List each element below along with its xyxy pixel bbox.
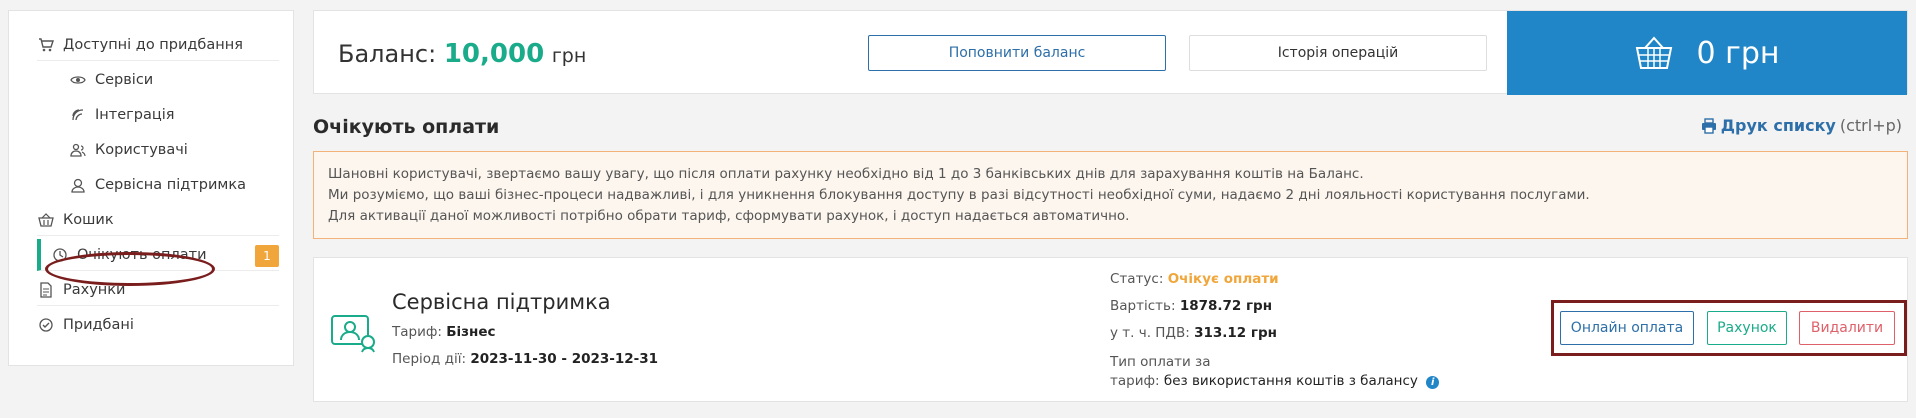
balance-display: Баланс: 10,000 грн <box>338 39 586 69</box>
cart-icon <box>37 36 55 54</box>
basket-icon <box>37 211 55 229</box>
item-cost: Вартість: 1878.72 грн <box>1110 298 1272 314</box>
item-paytype: тариф: без використання коштів з балансу… <box>1110 373 1440 389</box>
sidebar-item-label: Сервіси <box>95 72 154 88</box>
online-payment-button[interactable]: Онлайн оплата <box>1560 311 1694 345</box>
paytype-label: тариф: <box>1110 373 1160 389</box>
basket-icon <box>1634 33 1674 73</box>
topup-balance-button[interactable]: Поповнити баланс <box>868 35 1166 71</box>
status-badge: Очікує оплати <box>1167 271 1279 287</box>
balance-currency: грн <box>551 45 587 67</box>
users-icon <box>69 141 87 159</box>
sidebar-item-label: Придбані <box>63 317 134 333</box>
item-paytype-label: Тип оплати за <box>1110 354 1211 370</box>
action-buttons-highlight: Онлайн оплата Рахунок Видалити <box>1551 300 1907 356</box>
sidebar-item-label: Рахунки <box>63 281 126 298</box>
sidebar-item-invoices[interactable]: Рахунки <box>37 274 279 306</box>
cost-label: Вартість: <box>1110 298 1176 314</box>
integration-icon <box>69 106 87 124</box>
notice-line: Ми розуміємо, що ваші бізнес-процеси над… <box>328 187 1590 203</box>
pending-count-badge: 1 <box>255 245 279 267</box>
cart-total-amount: 0 грн <box>1696 35 1780 71</box>
page-title: Очікують оплати <box>313 116 500 138</box>
print-shortcut-hint: (ctrl+p) <box>1839 116 1902 135</box>
tariff-label: Тариф: <box>392 324 442 340</box>
vat-label: у т. ч. ПДВ: <box>1110 325 1190 341</box>
sidebar-item-support[interactable]: Сервісна підтримка <box>69 169 279 201</box>
printer-icon <box>1701 117 1717 134</box>
support-icon <box>69 176 87 194</box>
eye-icon <box>69 71 87 89</box>
sidebar-item-label: Інтеграція <box>95 107 175 123</box>
sidebar-item-users[interactable]: Користувачі <box>69 134 279 166</box>
tariff-value: Бізнес <box>446 324 496 340</box>
item-status: Статус: Очікує оплати <box>1110 271 1279 287</box>
paytype-value: без використання коштів з балансу <box>1163 373 1418 389</box>
status-label: Статус: <box>1110 271 1164 287</box>
print-list-link[interactable]: Друк списку (ctrl+p) <box>1701 116 1902 135</box>
invoice-button[interactable]: Рахунок <box>1707 311 1787 345</box>
clock-icon <box>51 246 69 264</box>
sidebar-item-purchased[interactable]: Придбані <box>37 309 279 341</box>
item-title: Сервісна підтримка <box>392 290 611 314</box>
sidebar-item-label: Сервісна підтримка <box>95 177 246 193</box>
sidebar-item-pending[interactable]: Очікують оплати 1 <box>37 239 279 271</box>
support-service-icon <box>330 310 378 354</box>
notice-line: Для активації даної можливості потрібно … <box>328 208 1130 224</box>
print-list-label: Друк списку <box>1720 116 1836 135</box>
delete-button[interactable]: Видалити <box>1799 311 1895 345</box>
sidebar-item-available[interactable]: Доступні до придбання <box>37 29 279 61</box>
payment-notice: Шановні користувачі, звертаємо вашу уваг… <box>313 151 1908 239</box>
sidebar: Доступні до придбання Сервіси Інтеграція… <box>8 10 294 366</box>
sidebar-item-cart[interactable]: Кошик <box>37 204 279 236</box>
check-circle-icon <box>37 316 55 334</box>
sidebar-item-services[interactable]: Сервіси <box>69 64 279 96</box>
period-label: Період дії: <box>392 351 467 367</box>
cart-total-panel[interactable]: 0 грн <box>1507 11 1907 95</box>
item-period: Період дії: 2023-11-30 - 2023-12-31 <box>392 351 658 367</box>
cost-value: 1878.72 грн <box>1179 298 1273 314</box>
info-icon[interactable]: i <box>1426 376 1440 389</box>
sidebar-item-label: Очікують оплати <box>77 246 207 263</box>
sidebar-item-label: Користувачі <box>95 142 188 158</box>
item-vat: у т. ч. ПДВ: 313.12 грн <box>1110 325 1277 341</box>
operations-history-button[interactable]: Історія операцій <box>1189 35 1487 71</box>
balance-amount: 10,000 <box>443 39 545 69</box>
notice-line: Шановні користувачі, звертаємо вашу уваг… <box>328 166 1364 182</box>
sidebar-item-label: Кошик <box>63 211 114 228</box>
document-icon <box>37 281 55 299</box>
period-value: 2023-11-30 - 2023-12-31 <box>470 351 659 367</box>
pending-item-card: Сервісна підтримка Тариф: Бізнес Період … <box>313 257 1908 402</box>
sidebar-item-integration[interactable]: Інтеграція <box>69 99 279 131</box>
sidebar-item-label: Доступні до придбання <box>63 36 243 53</box>
balance-card: Баланс: 10,000 грн Поповнити баланс Істо… <box>313 10 1908 95</box>
balance-label: Баланс: <box>338 40 437 68</box>
item-tariff: Тариф: Бізнес <box>392 324 496 340</box>
vat-value: 313.12 грн <box>1194 325 1277 341</box>
